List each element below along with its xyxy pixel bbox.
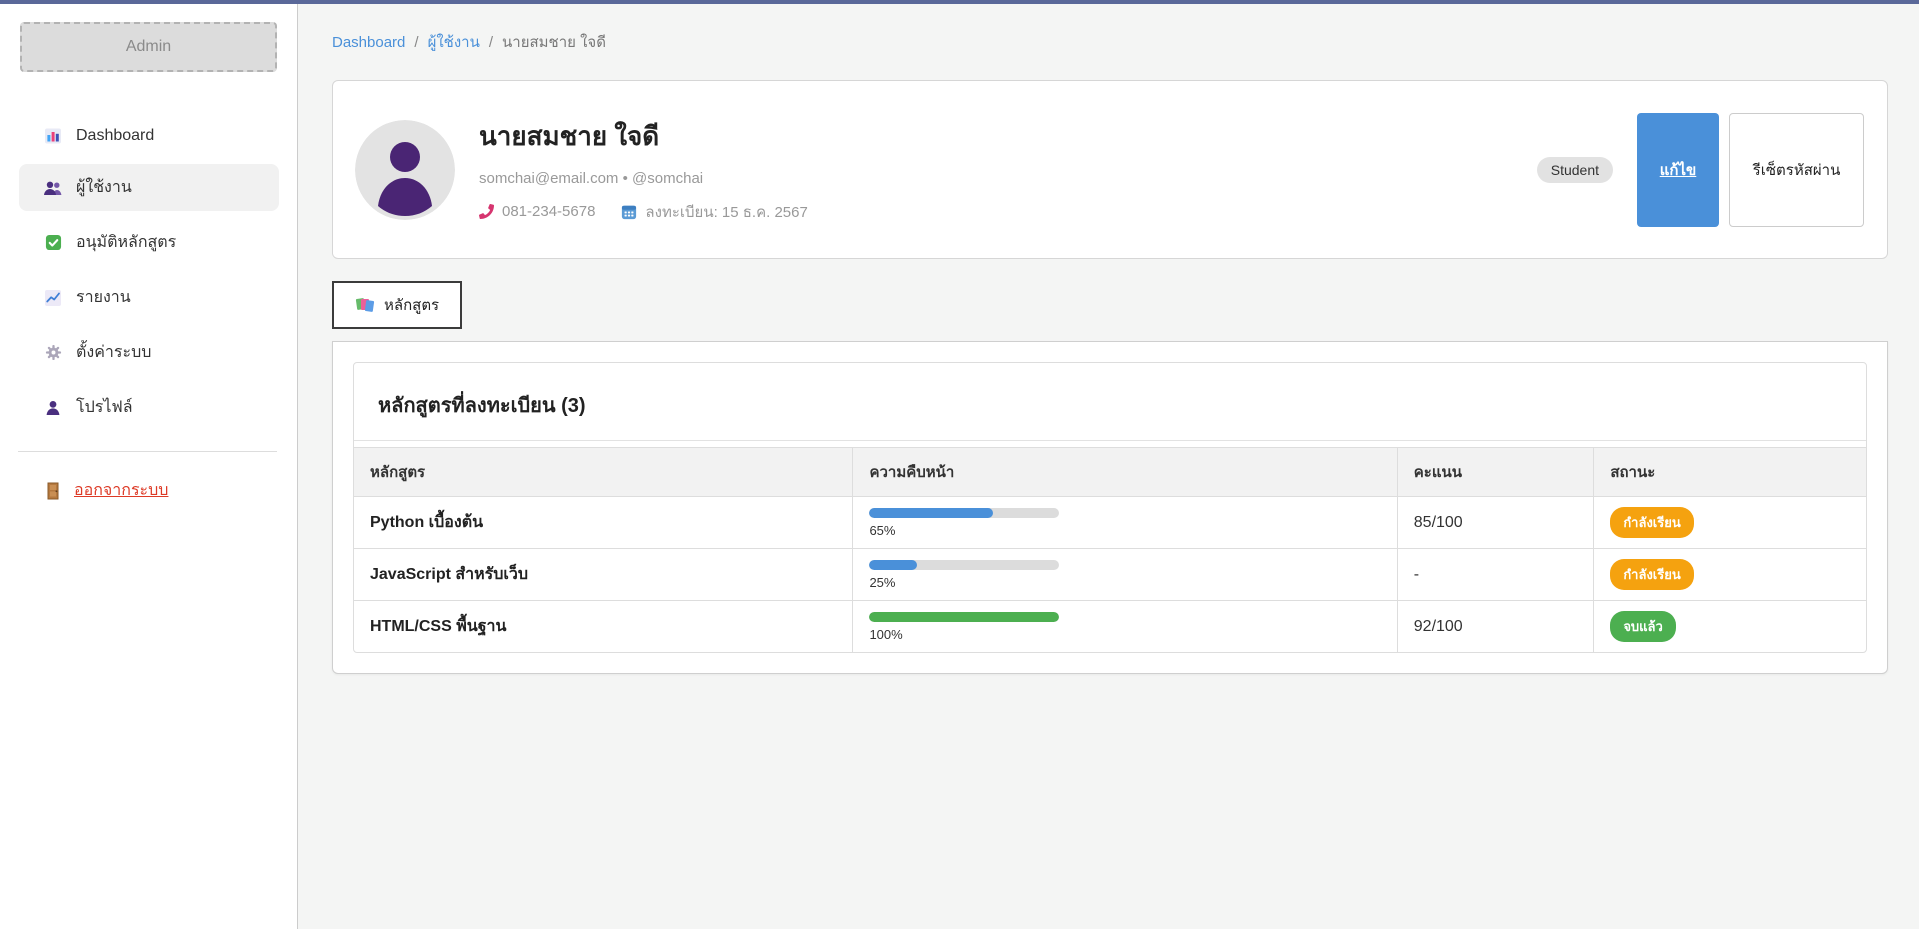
calendar-icon [621, 204, 637, 220]
edit-button[interactable]: แก้ไข [1637, 113, 1719, 227]
sidebar-item-approve-courses[interactable]: อนุมัติหลักสูตร [19, 219, 279, 266]
course-row: HTML/CSS พื้นฐาน 100% 92/100 จบแล้ว [354, 601, 1866, 653]
profile-email: somchai@email.com [479, 170, 618, 187]
course-progress-cell: 65% [853, 497, 1397, 549]
courses-table-head: หลักสูตรความคืบหน้าคะแนนสถานะ [354, 448, 1866, 497]
profile-handle: @somchai [632, 170, 703, 187]
app-layout: Admin Dashboardผู้ใช้งานอนุมัติหลักสูตรร… [0, 4, 1919, 929]
profile-icon [43, 399, 63, 417]
course-progress-cell: 25% [853, 549, 1397, 601]
app-logo: Admin [20, 22, 277, 72]
logout-link[interactable]: ออกจากระบบ [43, 478, 168, 503]
books-icon [355, 296, 375, 314]
profile-phone: 081-234-5678 [502, 203, 595, 220]
courses-header-row: หลักสูตรความคืบหน้าคะแนนสถานะ [354, 448, 1866, 497]
course-progress-cell: 100% [853, 601, 1397, 653]
profile-actions: Student แก้ไข รีเซ็ตรหัสผ่าน [1537, 113, 1864, 227]
users-icon [43, 179, 63, 197]
sidebar-item-label: ผู้ใช้งาน [76, 175, 132, 200]
sidebar-divider [18, 451, 277, 452]
role-badge: Student [1537, 157, 1613, 183]
sidebar-menu: Dashboard ผู้ใช้งานอนุมัติหลักสูตรรายงานต… [0, 116, 297, 431]
sidebar-item-users[interactable]: ผู้ใช้งาน [19, 164, 279, 211]
tab-courses[interactable]: หลักสูตร [332, 281, 462, 329]
tab-bar: หลักสูตร [332, 281, 1888, 329]
column-header: สถานะ [1594, 448, 1866, 497]
main-content: Dashboard / ผู้ใช้งาน / นายสมชาย ใจดี นา… [298, 4, 1919, 929]
person-icon [355, 120, 455, 220]
course-name: JavaScript สำหรับเว็บ [354, 549, 853, 601]
breadcrumb-current: นายสมชาย ใจดี [502, 30, 606, 54]
tab-pane-courses: หลักสูตรที่ลงทะเบียน (3) หลักสูตรความคืบ… [332, 341, 1888, 674]
column-header: ความคืบหน้า [853, 448, 1397, 497]
course-name: HTML/CSS พื้นฐาน [354, 601, 853, 653]
breadcrumb-separator: / [489, 34, 493, 51]
sidebar-item-label: อนุมัติหลักสูตร [76, 230, 176, 255]
column-header: หลักสูตร [354, 448, 853, 497]
app-logo-label: Admin [126, 38, 171, 56]
course-status-cell: กำลังเรียน [1594, 497, 1866, 549]
profile-info: นายสมชาย ใจดี somchai@email.com • @somch… [479, 116, 808, 224]
reports-icon [43, 289, 63, 307]
breadcrumb-dashboard[interactable]: Dashboard [332, 34, 405, 51]
sidebar-item-label: โปรไฟล์ [76, 395, 133, 420]
course-row: JavaScript สำหรับเว็บ 25% -กำลังเรียน [354, 549, 1866, 601]
profile-card: นายสมชาย ใจดี somchai@email.com • @somch… [332, 80, 1888, 259]
progress-bar [869, 508, 1059, 518]
profile-registered-item: ลงทะเบียน: 15 ธ.ค. 2567 [621, 200, 807, 224]
approve-icon [43, 234, 63, 252]
breadcrumb-users[interactable]: ผู้ใช้งาน [428, 30, 480, 54]
status-badge: จบแล้ว [1610, 611, 1676, 642]
profile-email-separator: • [623, 170, 628, 187]
progress-label: 100% [869, 627, 1380, 642]
breadcrumb-separator: / [414, 34, 418, 51]
progress-label: 25% [869, 575, 1380, 590]
sidebar-item-reports[interactable]: รายงาน [19, 274, 279, 321]
sidebar-item-profile[interactable]: โปรไฟล์ [19, 384, 279, 431]
settings-icon [43, 344, 63, 362]
sidebar-item-dashboard[interactable]: Dashboard [19, 116, 279, 156]
profile-meta: 081-234-5678 ลงทะเบียน: 15 ธ.ค. 2567 [479, 200, 808, 224]
status-badge: กำลังเรียน [1610, 507, 1693, 538]
course-status-cell: กำลังเรียน [1594, 549, 1866, 601]
door-icon [43, 482, 63, 500]
progress-label: 65% [869, 523, 1380, 538]
sidebar-item-label: Dashboard [76, 127, 154, 145]
profile-phone-item: 081-234-5678 [479, 203, 595, 220]
course-row: Python เบื้องต้น 65% 85/100 กำลังเรียน [354, 497, 1866, 549]
sidebar-item-label: รายงาน [76, 285, 131, 310]
course-name: Python เบื้องต้น [354, 497, 853, 549]
course-status-cell: จบแล้ว [1594, 601, 1866, 653]
avatar [355, 120, 455, 220]
reset-password-button[interactable]: รีเซ็ตรหัสผ่าน [1729, 113, 1864, 227]
enrolled-courses-title: หลักสูตรที่ลงทะเบียน (3) [354, 363, 1866, 440]
progress-bar [869, 560, 1059, 570]
sidebar: Admin Dashboard ผู้ใช้งานอนุมัติหลักสูตรร… [0, 4, 298, 929]
enrolled-courses-card: หลักสูตรที่ลงทะเบียน (3) หลักสูตรความคืบ… [353, 362, 1867, 653]
courses-table: หลักสูตรความคืบหน้าคะแนนสถานะ Python เบื… [354, 447, 1866, 652]
phone-icon [479, 204, 494, 219]
course-score: - [1397, 549, 1594, 601]
card-title-divider [354, 440, 1866, 441]
course-score: 85/100 [1397, 497, 1594, 549]
profile-email-line: somchai@email.com • @somchai [479, 170, 808, 187]
course-score: 92/100 [1397, 601, 1594, 653]
dashboard-icon [43, 127, 63, 145]
status-badge: กำลังเรียน [1610, 559, 1693, 590]
sidebar-item-settings[interactable]: ตั้งค่าระบบ [19, 329, 279, 376]
sidebar-item-label: ตั้งค่าระบบ [76, 340, 151, 365]
progress-bar [869, 612, 1059, 622]
tab-courses-label: หลักสูตร [384, 293, 439, 317]
logout-label: ออกจากระบบ [74, 478, 168, 503]
profile-registered: ลงทะเบียน: 15 ธ.ค. 2567 [645, 200, 807, 224]
courses-table-body: Python เบื้องต้น65%85/100กำลังเรียนJavaS… [354, 497, 1866, 653]
profile-name: นายสมชาย ใจดี [479, 116, 808, 157]
column-header: คะแนน [1397, 448, 1594, 497]
breadcrumb: Dashboard / ผู้ใช้งาน / นายสมชาย ใจดี [332, 30, 1888, 54]
